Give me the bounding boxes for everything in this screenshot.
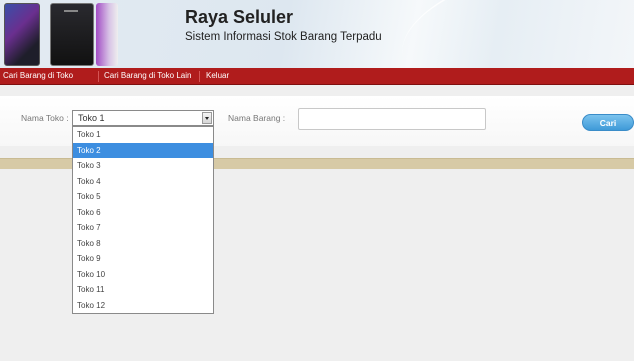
app-subtitle: Sistem Informasi Stok Barang Terpadu	[185, 31, 382, 43]
dropdown-option[interactable]: Toko 4	[73, 174, 213, 190]
dropdown-option-highlighted[interactable]: Toko 2	[73, 142, 213, 158]
dropdown-option[interactable]: Toko 11	[73, 282, 213, 298]
nav-separator	[199, 71, 200, 82]
dropdown-option[interactable]: Toko 9	[73, 251, 213, 267]
dropdown-option[interactable]: Toko 10	[73, 267, 213, 283]
phone-image	[50, 3, 94, 66]
nama-toko-selected-value: Toko 1	[78, 113, 105, 123]
nama-barang-label: Nama Barang :	[228, 113, 286, 123]
dropdown-option[interactable]: Toko 3	[73, 158, 213, 174]
dropdown-option[interactable]: Toko 1	[73, 127, 213, 143]
chevron-down-icon[interactable]	[202, 112, 212, 124]
nama-toko-label: Nama Toko :	[21, 113, 69, 123]
nav-separator	[98, 71, 99, 82]
nama-toko-select[interactable]: Toko 1	[72, 110, 214, 126]
nama-barang-input[interactable]	[298, 108, 486, 130]
dropdown-option[interactable]: Toko 7	[73, 220, 213, 236]
header-banner: Raya Seluler Sistem Informasi Stok Baran…	[0, 0, 634, 68]
phone-detail	[64, 10, 78, 12]
nav-item-cari-barang-di-toko-lain[interactable]: Cari Barang di Toko Lain	[104, 71, 191, 80]
phone-image	[4, 3, 40, 66]
app-title: Raya Seluler	[185, 7, 294, 27]
nama-toko-dropdown-list: Toko 1 Toko 2 Toko 3 Toko 4 Toko 5 Toko …	[72, 126, 214, 314]
nav-item-keluar[interactable]: Keluar	[206, 71, 229, 80]
cari-button[interactable]: Cari	[582, 114, 634, 131]
dropdown-option[interactable]: Toko 8	[73, 236, 213, 252]
phone-image	[96, 3, 118, 66]
dropdown-option[interactable]: Toko 12	[73, 298, 213, 314]
nav-bar: Cari Barang di Toko Cari Barang di Toko …	[0, 68, 634, 85]
dropdown-option[interactable]: Toko 5	[73, 189, 213, 205]
header-decoration	[390, 0, 634, 68]
nav-item-cari-barang-di-toko[interactable]: Cari Barang di Toko	[3, 71, 73, 80]
dropdown-option[interactable]: Toko 6	[73, 205, 213, 221]
